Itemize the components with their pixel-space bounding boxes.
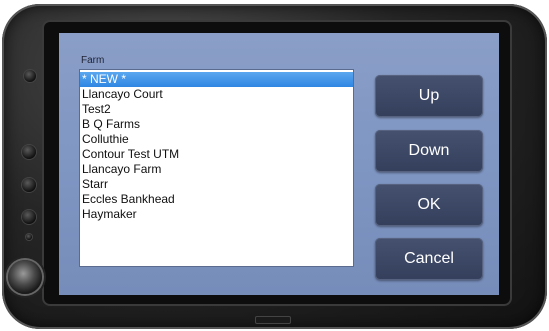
indicator-led [26,234,32,240]
power-button[interactable] [8,260,42,294]
down-button-label: Down [408,142,450,159]
list-item[interactable]: Haymaker [80,207,353,222]
hardware-button-top[interactable] [24,70,36,82]
farm-list-label: Farm [81,55,105,66]
hardware-button-3[interactable] [22,210,36,224]
cancel-button[interactable]: Cancel [375,238,483,280]
list-item[interactable]: Test2 [80,102,353,117]
ok-button-label: OK [417,196,441,213]
farm-listbox[interactable]: * NEW * Llancayo Court Test2 B Q Farms Collu… [79,69,354,267]
list-item[interactable]: Contour Test UTM [80,147,353,162]
list-item[interactable]: * NEW * [80,72,353,87]
hardware-button-2[interactable] [22,178,36,192]
up-button[interactable]: Up [375,75,483,117]
list-item[interactable]: Colluthie [80,132,353,147]
down-button[interactable]: Down [375,130,483,172]
up-button-label: Up [418,87,440,104]
list-item[interactable]: Eccles Bankhead [80,192,353,207]
list-item[interactable]: Llancayo Court [80,87,353,102]
list-item[interactable]: Llancayo Farm [80,162,353,177]
list-item[interactable]: B Q Farms [80,117,353,132]
cancel-button-label: Cancel [404,250,454,267]
ok-button[interactable]: OK [375,184,483,226]
list-item[interactable]: Starr [80,177,353,192]
usb-port [255,316,291,324]
screen: Farm * NEW * Llancayo Court Test2 B Q Farms… [59,33,499,295]
hardware-button-1[interactable] [22,145,36,159]
